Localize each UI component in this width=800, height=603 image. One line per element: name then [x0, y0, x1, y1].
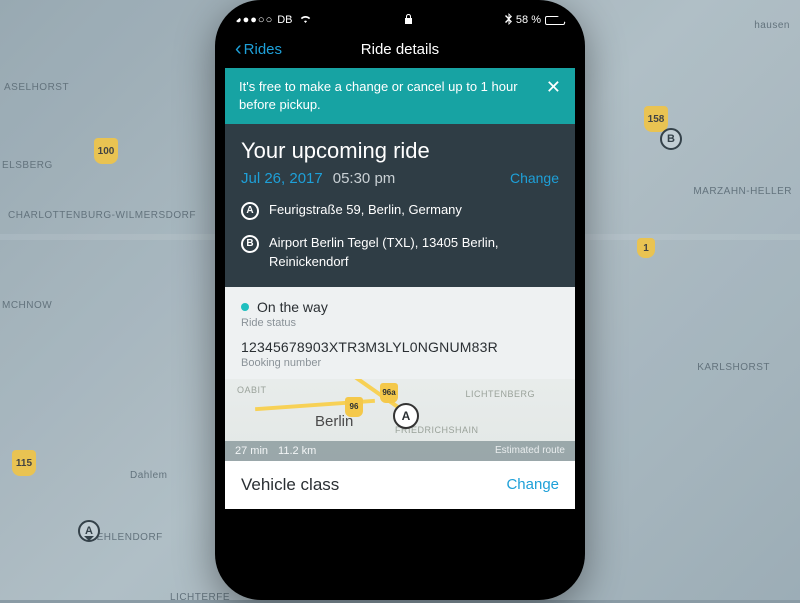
- route-info-bar: 27 min 11.2 km Estimated route: [225, 441, 575, 461]
- mini-map[interactable]: OABIT LICHTENBERG FRIEDRICHSHAIN 96 96a …: [225, 379, 575, 461]
- chevron-left-icon: ‹: [235, 39, 242, 59]
- bg-label: KARLSHORST: [697, 362, 770, 373]
- bg-label: elsberg: [2, 160, 53, 171]
- status-dot-icon: [241, 303, 249, 311]
- bg-label: Dahlem: [130, 470, 167, 481]
- route-duration: 27 min: [235, 445, 268, 457]
- wifi-icon: [299, 14, 312, 27]
- pickup-row: A Feurigstraße 59, Berlin, Germany: [241, 201, 559, 220]
- dropoff-address: Airport Berlin Tegel (TXL), 13405 Berlin…: [269, 234, 559, 270]
- booking-number: 12345678903XTR3M3LYL0NGNUM83R: [241, 339, 559, 355]
- route-shield: 158: [644, 106, 668, 132]
- route-shield: 1: [637, 238, 655, 258]
- dropoff-row: B Airport Berlin Tegel (TXL), 13405 Berl…: [241, 234, 559, 270]
- map-label: OABIT: [237, 385, 267, 395]
- lock-icon: [312, 13, 505, 28]
- ride-summary-panel: Your upcoming ride Jul 26, 2017 05:30 pm…: [225, 124, 575, 286]
- bg-label: ZEHLENDORF: [90, 532, 163, 543]
- route-shield: 115: [12, 450, 36, 476]
- booking-label: Booking number: [241, 357, 559, 369]
- marker-b-icon: B: [241, 235, 259, 253]
- vehicle-class-label: Vehicle class: [241, 475, 339, 495]
- map-pin-a-icon: A: [393, 403, 419, 429]
- carrier-label: DB: [277, 14, 292, 26]
- back-label: Rides: [244, 41, 282, 58]
- marker-a-icon: A: [241, 202, 259, 220]
- city-label: Berlin: [315, 413, 353, 430]
- bg-label: mchnow: [2, 300, 52, 311]
- ride-date: Jul 26, 2017: [241, 170, 323, 187]
- map-pin-a-icon: A: [78, 520, 100, 542]
- change-datetime-button[interactable]: Change: [510, 170, 559, 186]
- route-shield: 100: [94, 138, 118, 164]
- status-text: On the way: [257, 299, 328, 315]
- battery-pct: 58 %: [516, 14, 541, 26]
- datetime-row: Jul 26, 2017 05:30 pm Change: [241, 170, 559, 187]
- bg-label: MARZAHN-HELLER: [693, 186, 792, 197]
- phone-screen: ●●●○○ DB 58 % ‹ Rides Ride details: [225, 10, 575, 590]
- bluetooth-icon: [505, 13, 512, 28]
- content-scroll[interactable]: It's free to make a change or cancel up …: [225, 68, 575, 590]
- route-distance: 11.2 km: [278, 445, 316, 457]
- info-banner: It's free to make a change or cancel up …: [225, 68, 575, 124]
- bg-label: aselhorst: [4, 82, 69, 93]
- bg-label: CHARLOTTENBURG-WILMERSDORF: [8, 210, 196, 221]
- estimated-label: Estimated route: [495, 445, 565, 456]
- route-shield: 96a: [380, 383, 398, 403]
- nav-bar: ‹ Rides Ride details: [225, 30, 575, 68]
- status-line: On the way: [241, 299, 559, 315]
- change-vehicle-button[interactable]: Change: [506, 476, 559, 493]
- vehicle-class-row[interactable]: Vehicle class Change: [225, 461, 575, 509]
- ride-time: 05:30 pm: [333, 170, 396, 187]
- banner-message: It's free to make a change or cancel up …: [239, 78, 536, 114]
- status-panel: On the way Ride status 12345678903XTR3M3…: [225, 287, 575, 461]
- phone-frame: ●●●○○ DB 58 % ‹ Rides Ride details: [215, 0, 585, 600]
- status-bar: ●●●○○ DB 58 %: [225, 10, 575, 30]
- bg-label: LICHTERFE: [170, 592, 230, 603]
- bg-label: hausen: [754, 20, 790, 31]
- signal-dots-icon: ●●●○○: [235, 14, 273, 26]
- close-icon[interactable]: ✕: [546, 78, 561, 96]
- ride-heading: Your upcoming ride: [241, 138, 559, 164]
- map-label: LICHTENBERG: [465, 389, 535, 399]
- back-button[interactable]: ‹ Rides: [235, 39, 282, 59]
- pickup-address: Feurigstraße 59, Berlin, Germany: [269, 201, 462, 220]
- map-pin-b-icon: B: [660, 128, 682, 150]
- status-label: Ride status: [241, 317, 559, 329]
- battery-icon: [545, 16, 565, 25]
